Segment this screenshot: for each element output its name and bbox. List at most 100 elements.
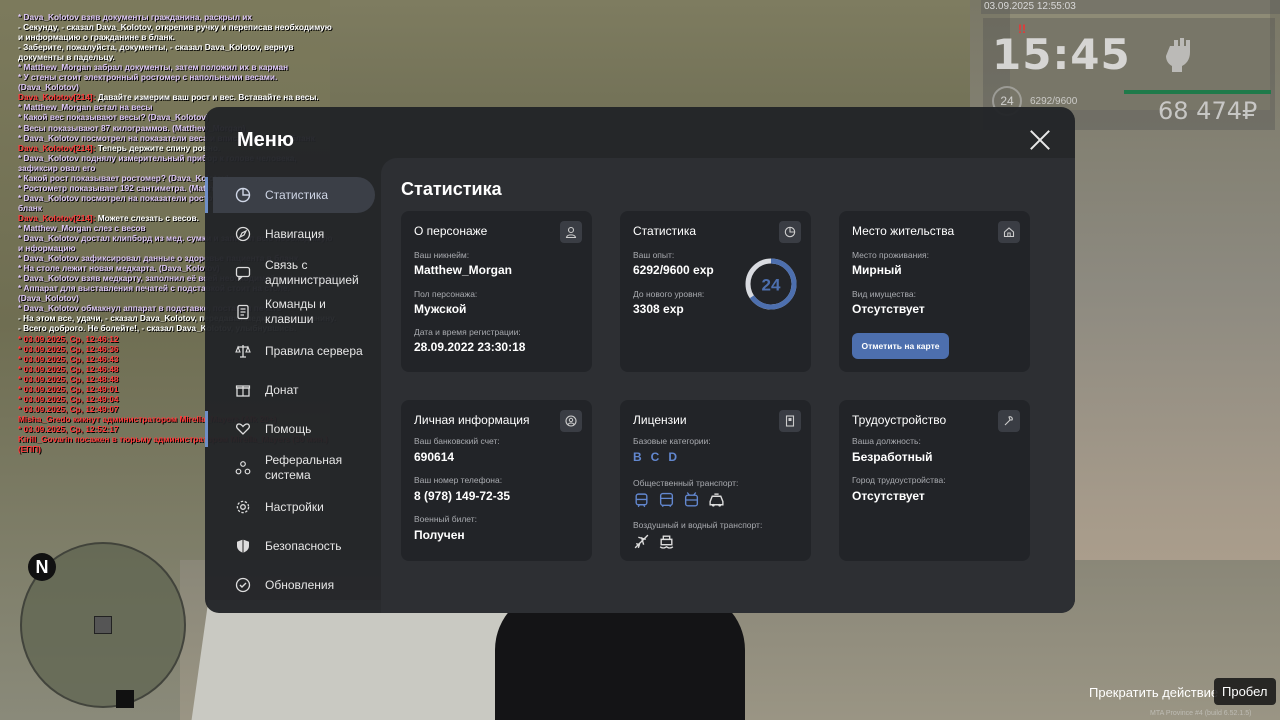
chat-speaker: Dava_Kolotov[214]: [18,212,96,223]
sidebar-item-updates[interactable]: Обновления [213,567,375,603]
chat-line: - Секунду, - сказал Dava_Kolotov, откреп… [18,22,335,43]
card-personal: Личная информация Ваш банковский счет: 6… [401,400,592,561]
compass-icon [235,226,251,242]
sidebar-item-label: Помощь [265,421,312,436]
hud-date: 03.09.2025 12:55:03 [981,0,1280,14]
sidebar-item-label: Связь с администрацией [265,258,359,287]
license-categories: BCD [633,450,686,464]
air-water-transport-icons [633,533,675,550]
card-title: Личная информация [414,413,530,427]
menu-title: Меню [237,129,294,151]
bank-account-value: 690614 [414,450,455,464]
bus-icon [659,492,674,507]
sidebar-item-referral[interactable]: Реферальная система [213,450,375,486]
sidebar-item-settings[interactable]: Настройки [213,489,375,525]
trolleybus-icon [684,492,699,507]
mark-on-map-button[interactable]: Отметить на карте [852,333,949,359]
pie-chart-icon [779,221,801,243]
sidebar-item-label: Статистика [265,187,329,202]
field-label: Ваш никнейм: [414,250,470,260]
sidebar-item-donate[interactable]: Донат [213,372,375,408]
field-label: Город трудоустройства: [852,475,946,485]
sidebar-item-label: Правила сервера [265,343,363,358]
tools-icon [998,410,1020,432]
sidebar-item-rules[interactable]: Правила сервера [213,333,375,369]
minimap-marker-icon [116,690,134,708]
taxi-icon [709,493,724,507]
statistics-panel: Статистика О персонаже Ваш никнейм: Matt… [381,158,1075,613]
gift-icon [235,385,251,397]
card-title: Статистика [633,224,697,238]
document-icon [237,304,249,320]
pie-chart-icon [235,187,251,203]
menu-window: Меню Статистика Навигация Связь с админи… [205,107,1075,613]
field-label: Общественный транспорт: [633,478,739,488]
user-icon [560,221,582,243]
card-title: Трудоустройство [852,413,947,427]
chat-line: Dava_Kolotov[214]: Давайте измерим ваш р… [18,92,338,102]
chat-line: * У стены стоит электронный ростомер с н… [18,72,280,93]
chat-text: Давайте измерим ваш рост и вес. Вставайт… [95,92,319,103]
card-title: Место жительства [852,224,955,238]
field-label: Ваш номер телефона: [414,475,503,485]
sidebar-item-security[interactable]: Безопасность [213,528,375,564]
employment-city-value: Отсутствует [852,489,925,503]
sidebar-item-commands[interactable]: Команды и клавиши [213,294,375,330]
action-prompt-text: Прекратить действие [1089,685,1219,700]
hud-exp: 6292/9600 [1030,96,1078,107]
sidebar-item-label: Обновления [265,577,335,592]
phone-value: 8 (978) 149-72-35 [414,489,511,503]
boat-icon [659,535,674,549]
sidebar-item-statistics[interactable]: Статистика [205,177,375,213]
license-icon [779,410,801,432]
chat-speaker: Dava_Kolotov[214]: [18,142,96,153]
field-label: Пол персонажа: [414,289,478,299]
chat-text: Теперь держите спину ровно. [95,142,221,153]
hud-health-bar [1124,90,1271,94]
north-indicator: N [28,553,56,581]
license-category: C [650,450,660,464]
public-transport-icons [633,492,725,509]
chat-line: * Matthew_Morgan забрал документы, затем… [18,62,289,73]
sidebar-item-label: Донат [265,382,299,397]
chat-speaker: Dava_Kolotov[214]: [18,92,96,103]
sidebar-item-help[interactable]: Помощь [205,411,375,447]
level-value: 24 [762,276,781,295]
sidebar-item-label: Навигация [265,226,325,241]
level-progress-ring: 24 [745,258,797,310]
refresh-icon [235,577,251,593]
sidebar-item-label: Команды и клавиши [265,297,326,326]
chat-text: Можете слезать с весов. [95,212,199,223]
sidebar-item-navigation[interactable]: Навигация [213,216,375,252]
sidebar-item-admin-contact[interactable]: Связь с администрацией [213,255,375,291]
fist-icon [1166,38,1190,72]
hud-money: 68 474₽ [1158,97,1258,125]
gender-value: Мужской [414,302,467,316]
license-category: D [668,450,678,464]
exp-value: 6292/9600 exp [633,263,714,277]
heart-hands-icon [236,423,250,435]
field-label: Вид имущества: [852,289,916,299]
background-bed [191,600,539,720]
chat-line: - Заберите, пожалуйста, документы, - ска… [18,42,296,63]
user-circle-icon [560,410,582,432]
chat-line: * Dava_Kolotov взяв документы гражданина… [18,12,252,22]
sidebar-item-label: Реферальная система [265,453,343,482]
field-label: Воздушный и водный транспорт: [633,520,763,530]
scales-icon [235,345,251,358]
field-label: Ваш банковский счет: [414,436,500,446]
license-category: B [633,450,642,464]
plane-icon [634,534,649,549]
card-licenses: Лицензии Базовые категории: BCD Обществе… [620,400,811,561]
residence-value: Мирный [852,263,902,277]
field-label: Дата и время регистрации: [414,327,521,337]
registration-value: 28.09.2022 23:30:18 [414,340,526,354]
people-icon [235,461,251,475]
version-label: MTA Province #4 (build 6.52.1.5) [1150,710,1252,717]
sidebar-item-label: Настройки [265,499,324,514]
player-marker-icon [94,616,112,634]
field-label: Ваша должность: [852,436,921,446]
action-prompt-key[interactable]: Пробел [1214,678,1276,705]
close-icon[interactable] [1027,127,1053,153]
card-stats: Статистика Ваш опыт: 6292/9600 exp До но… [620,211,811,372]
